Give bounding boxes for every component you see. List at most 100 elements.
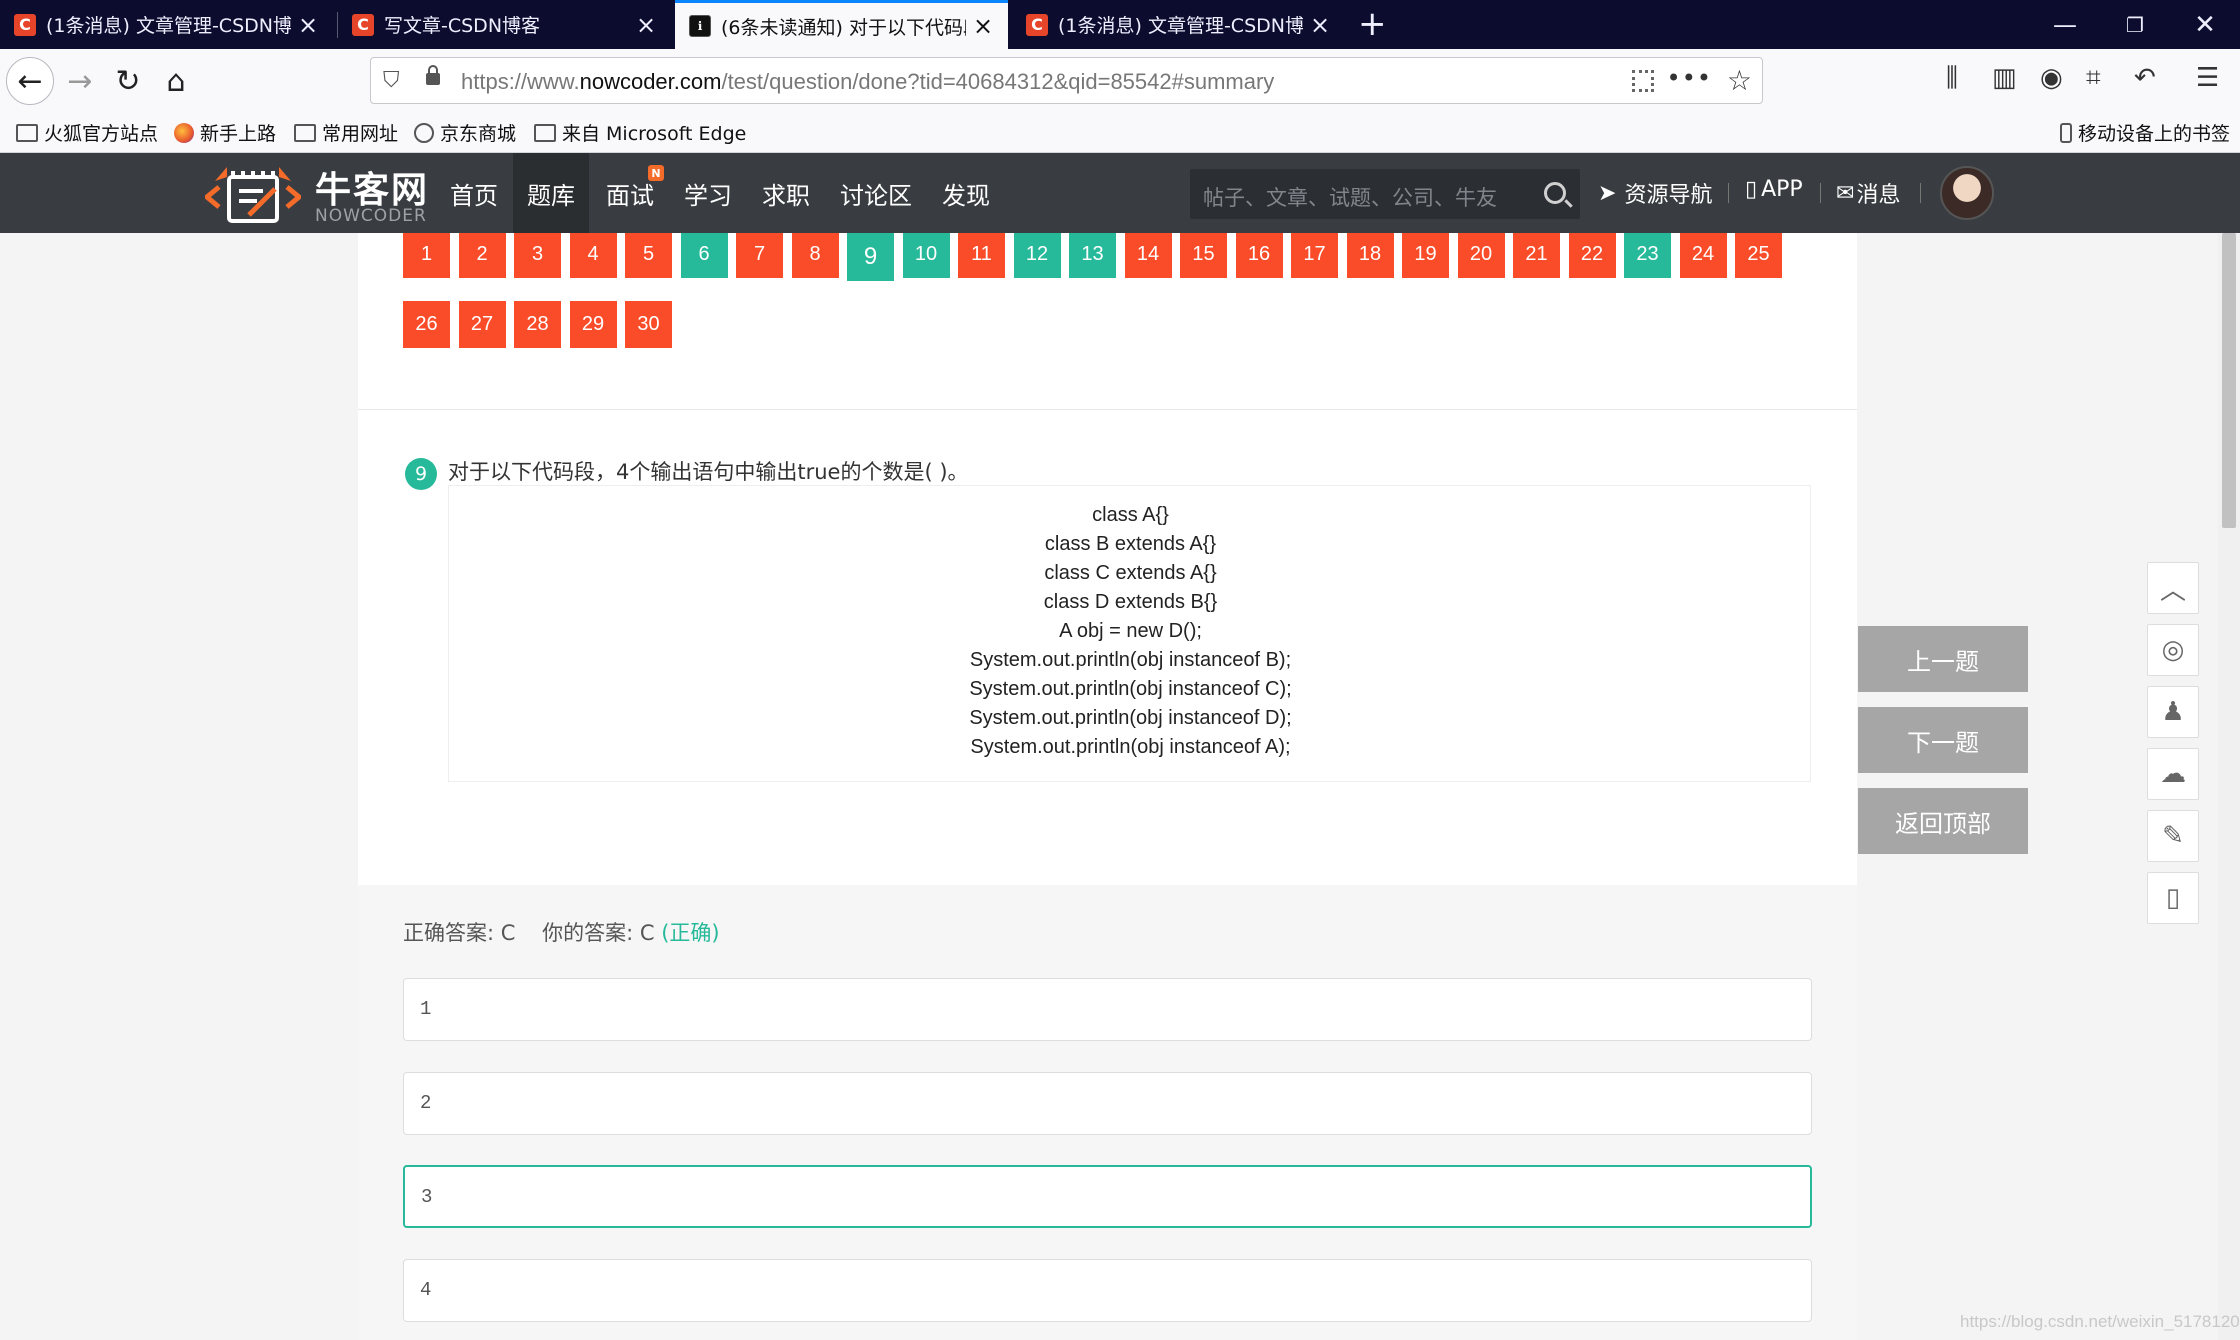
question-nav-30[interactable]: 30 [625, 301, 672, 348]
chevron-up-icon[interactable]: ︿ [2147, 562, 2199, 614]
question-nav-12[interactable]: 12 [1013, 233, 1061, 278]
window-close-icon[interactable]: ✕ [2170, 0, 2240, 49]
site-search-input[interactable]: 帖子、文章、试题、公司、牛友 [1190, 169, 1580, 219]
nowcoder-favicon-icon: ℹ [689, 15, 711, 37]
app-link[interactable]: ▯ APP [1745, 177, 1803, 202]
option-d[interactable]: 4 [403, 1259, 1812, 1322]
question-nav-24[interactable]: 24 [1679, 233, 1727, 278]
question-nav-21[interactable]: 21 [1513, 233, 1560, 278]
nav-discover[interactable]: 发现 [928, 153, 1004, 233]
nav-interview[interactable]: 面试 N [592, 153, 668, 233]
sidebar-icon[interactable]: ▥ [1992, 63, 2017, 93]
qr-code-icon[interactable] [1632, 70, 1654, 92]
home-icon: ⌂ [166, 63, 186, 99]
question-nav-16[interactable]: 16 [1235, 233, 1283, 278]
address-bar[interactable]: ⛉ https://www.nowcoder.com/test/question… [370, 57, 1763, 104]
nav-learn[interactable]: 学习 [670, 153, 746, 233]
lock-icon[interactable] [426, 65, 440, 85]
reload-button[interactable]: ↻ [104, 57, 152, 105]
question-nav-6[interactable]: 6 [680, 233, 728, 278]
question-nav-4[interactable]: 4 [569, 233, 617, 278]
question-nav-19[interactable]: 19 [1402, 233, 1449, 278]
question-nav-26[interactable]: 26 [403, 301, 450, 348]
bookmark-getting-started[interactable]: 新手上路 [174, 119, 276, 146]
restore-icon[interactable]: ❐ [2100, 0, 2170, 49]
browser-tab-2[interactable]: C 写文章-CSDN博客 × [338, 0, 671, 49]
close-icon[interactable]: × [972, 14, 994, 38]
bookmark-mobile[interactable]: 移动设备上的书签 [2060, 119, 2230, 146]
bookmark-star-icon[interactable]: ☆ [1727, 64, 1752, 97]
question-nav-23[interactable]: 23 [1624, 233, 1671, 278]
question-nav-15[interactable]: 15 [1180, 233, 1227, 278]
question-nav-8[interactable]: 8 [791, 233, 839, 278]
question-result-panel: 1 2 3 4 5 6 7 8 9 10 11 12 13 14 15 16 17 18 19 20 21 22 23 24 2… [358, 233, 1857, 1340]
back-to-top-button[interactable]: 返回顶部 [1858, 788, 2028, 854]
question-nav-25[interactable]: 25 [1735, 233, 1782, 278]
nav-jobs[interactable]: 求职 [748, 153, 824, 233]
messages-link[interactable]: ✉ 消息 [1836, 177, 1900, 209]
bookmark-firefox-official[interactable]: 火狐官方站点 [16, 119, 158, 146]
browser-tab-1[interactable]: C (1条消息) 文章管理-CSDN博客 × [0, 0, 333, 49]
question-nav-27[interactable]: 27 [458, 301, 506, 348]
question-nav-1[interactable]: 1 [403, 233, 450, 278]
close-icon[interactable]: × [635, 13, 657, 37]
next-question-button[interactable]: 下一题 [1858, 707, 2028, 773]
nowcoder-logo[interactable]: 牛客网 NOWCODER [205, 161, 435, 227]
search-icon[interactable] [1544, 182, 1566, 204]
wechat-icon[interactable]: ☁ [2147, 748, 2199, 800]
question-nav-2[interactable]: 2 [458, 233, 506, 278]
bookmark-from-edge[interactable]: 来自 Microsoft Edge [534, 119, 746, 146]
question-nav-3[interactable]: 3 [514, 233, 561, 278]
bookmark-common-sites[interactable]: 常用网址 [294, 119, 398, 146]
minimize-icon[interactable]: — [2030, 0, 2100, 49]
nav-discussion[interactable]: 讨论区 [826, 153, 926, 233]
library-icon[interactable]: ⫼ [1946, 63, 1958, 94]
question-nav-13[interactable]: 13 [1069, 233, 1116, 278]
question-nav-17[interactable]: 17 [1291, 233, 1338, 278]
question-nav-11[interactable]: 11 [958, 233, 1005, 278]
question-nav-18[interactable]: 18 [1346, 233, 1394, 278]
page-scrollbar[interactable] [2218, 233, 2240, 1340]
nav-question-bank[interactable]: 题库 [513, 153, 589, 233]
watermark-text: https://blog.csdn.net/weixin_51781209 [1960, 1312, 2240, 1331]
question-nav-10[interactable]: 10 [902, 233, 950, 278]
browser-nav-bar: ← → ↻ ⌂ ⛉ https://www.nowcoder.com/test/… [0, 49, 2240, 113]
close-icon[interactable]: × [297, 13, 319, 37]
question-nav-7[interactable]: 7 [736, 233, 783, 278]
more-actions-icon[interactable]: ••• [1667, 64, 1712, 92]
new-tab-button[interactable]: + [1358, 4, 1387, 44]
screenshot-crop-icon[interactable]: ⌗ [2086, 63, 2101, 94]
undo-icon[interactable]: ↶ [2134, 63, 2156, 93]
question-nav-29[interactable]: 29 [569, 301, 617, 348]
account-icon[interactable]: ◉ [2040, 63, 2063, 93]
bookmark-jd[interactable]: 京东商城 [414, 119, 516, 146]
question-nav-9[interactable]: 9 [847, 233, 894, 281]
csdn-favicon-icon: C [14, 13, 36, 36]
forward-button[interactable]: → [56, 57, 104, 105]
shield-icon[interactable]: ⛉ [383, 68, 400, 93]
user-avatar[interactable] [1940, 166, 1994, 220]
scrollbar-thumb[interactable] [2222, 233, 2236, 528]
qq-icon[interactable]: ♟ [2147, 686, 2199, 738]
back-button[interactable]: ← [6, 57, 54, 105]
question-nav-5[interactable]: 5 [625, 233, 672, 278]
question-nav-20[interactable]: 20 [1457, 233, 1505, 278]
option-c-correct[interactable]: 3 [403, 1165, 1812, 1228]
pencil-icon[interactable]: ✎ [2147, 810, 2199, 862]
browser-tab-4[interactable]: C (1条消息) 文章管理-CSDN博客 × [1012, 0, 1345, 49]
mobile-icon[interactable]: ▯ [2147, 872, 2199, 924]
browser-tab-3-active[interactable]: ℹ (6条未读通知) 对于以下代码段 × [675, 0, 1008, 49]
url-text[interactable]: https://www.nowcoder.com/test/question/d… [461, 69, 1274, 95]
prev-question-button[interactable]: 上一题 [1858, 626, 2028, 692]
hamburger-menu-icon[interactable]: ☰ [2196, 63, 2219, 93]
question-nav-14[interactable]: 14 [1124, 233, 1172, 278]
option-b[interactable]: 2 [403, 1072, 1812, 1135]
question-nav-22[interactable]: 22 [1568, 233, 1616, 278]
option-a[interactable]: 1 [403, 978, 1812, 1041]
question-nav-28[interactable]: 28 [514, 301, 561, 348]
weibo-icon[interactable]: ◎ [2147, 624, 2199, 676]
home-button[interactable]: ⌂ [152, 57, 200, 105]
resource-nav-link[interactable]: ➤ 资源导航 [1598, 177, 1712, 209]
nav-home[interactable]: 首页 [436, 153, 512, 233]
close-icon[interactable]: × [1309, 13, 1331, 37]
